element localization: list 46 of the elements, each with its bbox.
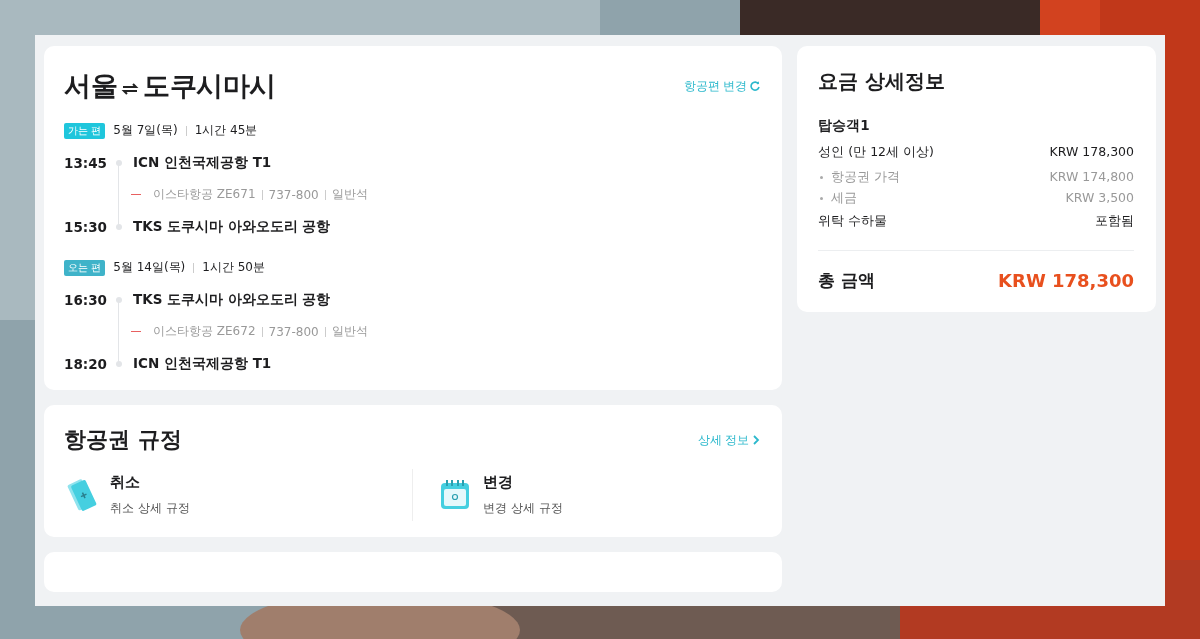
- total-label: 총 금액: [818, 269, 876, 292]
- fare-value: KRW 174,800: [1049, 169, 1134, 186]
- airline-flight: 이스타항공 ZE671: [153, 186, 256, 203]
- passenger-label: 탑승객1: [818, 117, 871, 135]
- cabin-class: 일반석: [331, 186, 368, 203]
- flight-duration: 1시간 50분: [202, 259, 265, 276]
- bullet-dot: [820, 197, 824, 200]
- fare-value: KRW 178,300: [1049, 144, 1134, 161]
- aircraft-type: 737-800: [268, 324, 319, 339]
- destination-city: 도쿠시마시: [143, 69, 276, 103]
- section-title: 항공권 규정: [64, 426, 182, 454]
- rule-title[interactable]: 변경: [483, 473, 563, 492]
- cabin-class: 일반석: [331, 323, 368, 340]
- aircraft-type: 737-800: [268, 187, 319, 202]
- airport-name: TKS 도쿠시마 아와오도리 공항: [133, 218, 331, 236]
- airport-name: TKS 도쿠시마 아와오도리 공항: [133, 291, 331, 309]
- airport-name: ICN 인천국제공항 T1: [133, 355, 272, 373]
- arrival-time: 18:20: [64, 356, 108, 372]
- fare-value: 포함됨: [1095, 213, 1134, 230]
- airline-mark: [131, 331, 141, 332]
- airline-mark: [131, 194, 141, 195]
- section-title: 요금 상세정보: [818, 68, 947, 95]
- departure-time: 16:30: [64, 292, 108, 308]
- leg-badge: 가는 편: [64, 122, 106, 139]
- total-amount: KRW 178,300: [998, 270, 1134, 291]
- fare-label: 세금: [831, 190, 858, 207]
- flight-duration: 1시간 45분: [194, 122, 258, 139]
- rule-description: 변경 상세 규정: [483, 500, 563, 517]
- fare-label: 위탁 수하물: [818, 213, 888, 230]
- refresh-icon: [750, 81, 761, 91]
- leg-badge: 오는 편: [64, 259, 106, 276]
- rule-title[interactable]: 취소: [110, 473, 190, 492]
- flight-date: 5월 14일(목): [113, 259, 186, 276]
- departure-time: 13:45: [64, 155, 108, 171]
- fare-label: 성인 (만 12세 이상): [818, 144, 934, 161]
- fare-label: 항공권 가격: [831, 169, 901, 186]
- flight-date: 5월 7일(목): [113, 122, 178, 139]
- round-trip-icon: [121, 82, 139, 96]
- airport-name: ICN 인천국제공항 T1: [133, 154, 272, 172]
- arrival-time: 15:30: [64, 219, 108, 235]
- fare-value: KRW 3,500: [1065, 190, 1134, 207]
- chevron-right-icon: [752, 435, 761, 445]
- origin-city: 서울: [64, 69, 117, 103]
- rule-description: 취소 상세 규정: [110, 500, 190, 517]
- airline-flight: 이스타항공 ZE672: [153, 323, 256, 340]
- bullet-dot: [820, 176, 824, 179]
